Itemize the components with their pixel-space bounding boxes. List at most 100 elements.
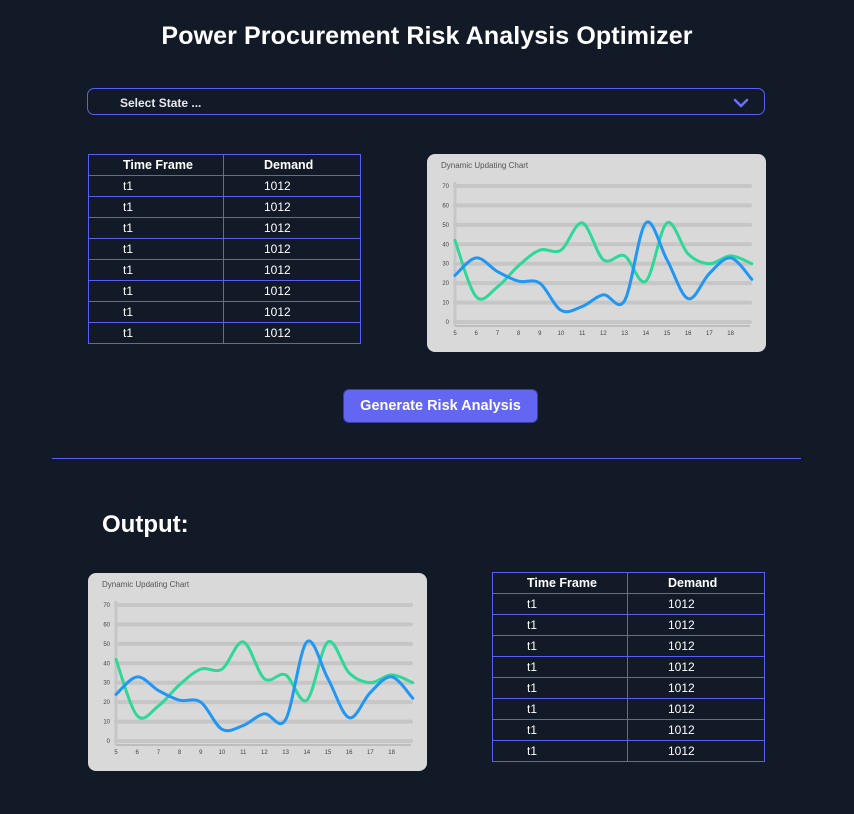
time-frame-cell: t1 [88,301,224,323]
table-row: t1 1012 [88,280,361,302]
x-tick-label: 13 [621,331,628,337]
table-row: t1 1012 [492,719,765,741]
section-divider [52,458,801,459]
table-row: t1 1012 [88,322,361,344]
output-chart: Dynamic Updating Chart 0 10 20 30 40 50 60 70 5 6 7… [88,573,427,771]
x-tick-label: 13 [282,750,289,756]
column-header-time-frame: Time Frame [492,572,628,594]
y-tick-label: 40 [103,661,110,667]
chevron-down-icon [733,98,749,108]
column-header-demand: Demand [627,572,765,594]
series-line-2 [453,220,754,314]
chart-title: Dynamic Updating Chart [102,580,190,589]
x-tick-label: 6 [136,750,140,756]
time-frame-cell: t1 [88,280,224,302]
state-select[interactable]: Select State ... [87,88,765,115]
demand-cell: 1012 [223,217,361,239]
y-tick-label: 40 [442,242,449,248]
demand-cell: 1012 [223,280,361,302]
y-tick-label: 60 [103,622,110,628]
output-table: Time Frame Demand t1 1012 t1 1012 t1 1012 t… [492,572,765,762]
y-tick-label: 60 [442,203,449,209]
demand-cell: 1012 [627,593,765,615]
x-tick-label: 12 [600,331,607,337]
table-row: t1 1012 [88,196,361,218]
table-row: t1 1012 [492,677,765,699]
demand-cell: 1012 [627,635,765,657]
x-tick-label: 10 [219,750,226,756]
table-row: t1 1012 [492,740,765,762]
time-frame-cell: t1 [492,677,628,699]
generate-risk-analysis-button[interactable]: Generate Risk Analysis [343,389,538,423]
time-frame-cell: t1 [492,656,628,678]
table-row: t1 1012 [492,698,765,720]
output-table-header: Time Frame Demand [492,572,765,594]
demand-cell: 1012 [223,301,361,323]
time-frame-cell: t1 [88,175,224,197]
table-row: t1 1012 [492,593,765,615]
x-tick-label: 9 [199,750,203,756]
x-tick-label: 6 [475,331,479,337]
table-row: t1 1012 [88,217,361,239]
y-tick-label: 20 [103,700,110,706]
x-tick-label: 14 [303,750,310,756]
x-tick-label: 10 [558,331,565,337]
x-tick-label: 16 [346,750,353,756]
y-tick-label: 50 [103,642,110,648]
column-header-time-frame: Time Frame [88,154,224,176]
page-title: Power Procurement Risk Analysis Optimize… [161,22,693,50]
x-tick-label: 16 [685,331,692,337]
y-tick-label: 30 [442,262,449,268]
x-tick-label: 7 [496,331,500,337]
demand-cell: 1012 [627,719,765,741]
demand-cell: 1012 [627,740,765,762]
input-chart-svg: Dynamic Updating Chart 0 10 20 30 40 50 60 70 5 6 7… [441,161,754,337]
y-tick-label: 10 [103,720,110,726]
demand-cell: 1012 [223,238,361,260]
series-line-1 [453,221,754,301]
y-tick-label: 30 [103,681,110,687]
table-row: t1 1012 [88,175,361,197]
table-row: t1 1012 [492,635,765,657]
time-frame-cell: t1 [492,635,628,657]
x-tick-label: 17 [367,750,374,756]
input-table-header: Time Frame Demand [88,154,361,176]
x-tick-label: 11 [240,750,247,756]
time-frame-cell: t1 [492,593,628,615]
x-tick-label: 5 [114,750,118,756]
time-frame-cell: t1 [492,740,628,762]
table-row: t1 1012 [88,259,361,281]
column-header-demand: Demand [223,154,361,176]
time-frame-cell: t1 [492,698,628,720]
table-row: t1 1012 [492,656,765,678]
y-tick-label: 70 [442,184,449,190]
demand-cell: 1012 [223,322,361,344]
time-frame-cell: t1 [88,196,224,218]
x-tick-label: 15 [664,331,671,337]
y-tick-label: 10 [442,301,449,307]
output-heading: Output: [102,511,189,538]
x-tick-label: 15 [325,750,332,756]
time-frame-cell: t1 [88,217,224,239]
x-tick-label: 14 [642,331,649,337]
time-frame-cell: t1 [88,259,224,281]
chart-title: Dynamic Updating Chart [441,161,529,170]
table-row: t1 1012 [492,614,765,636]
x-tick-label: 18 [388,750,395,756]
series-line-2 [114,639,415,733]
y-tick-label: 0 [446,320,450,326]
demand-cell: 1012 [627,698,765,720]
demand-cell: 1012 [223,196,361,218]
demand-cell: 1012 [627,656,765,678]
x-tick-label: 7 [157,750,161,756]
x-tick-label: 12 [261,750,268,756]
demand-cell: 1012 [627,677,765,699]
time-frame-cell: t1 [88,322,224,344]
x-tick-label: 18 [727,331,734,337]
table-row: t1 1012 [88,301,361,323]
x-tick-label: 5 [453,331,457,337]
demand-cell: 1012 [627,614,765,636]
state-select-placeholder: Select State ... [120,96,202,110]
x-tick-label: 11 [579,331,586,337]
y-tick-label: 50 [442,223,449,229]
